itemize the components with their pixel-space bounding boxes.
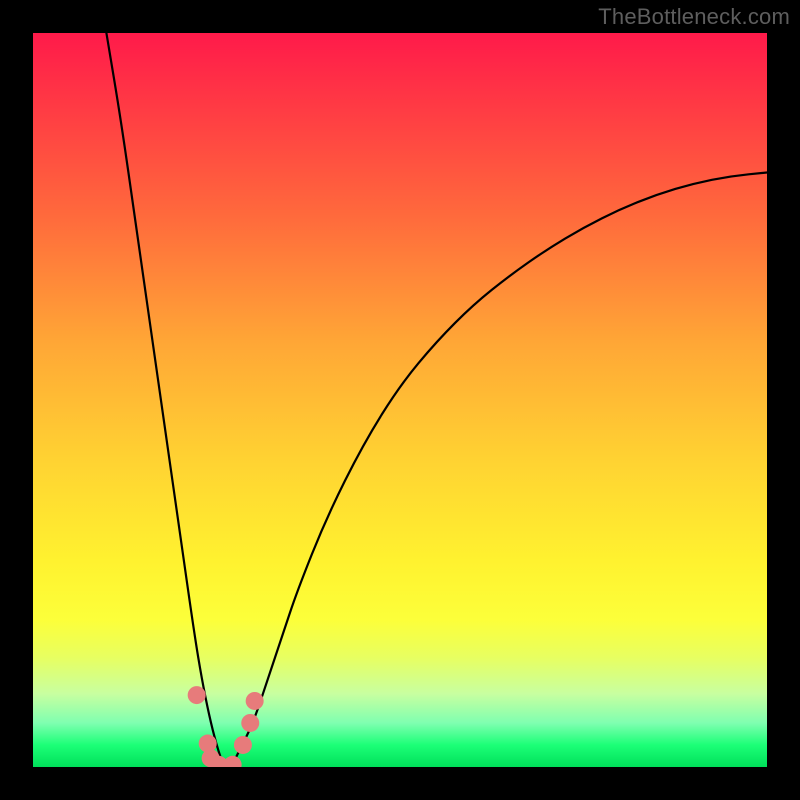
attribution-label: TheBottleneck.com [598,4,790,30]
chart-frame: TheBottleneck.com [0,0,800,800]
data-point [241,714,259,732]
curve-layer [33,33,767,767]
bottleneck-curve [106,33,767,767]
data-point [246,692,264,710]
data-point [234,736,252,754]
data-point [188,686,206,704]
data-point [224,756,242,767]
data-points [188,686,264,767]
plot-area [33,33,767,767]
